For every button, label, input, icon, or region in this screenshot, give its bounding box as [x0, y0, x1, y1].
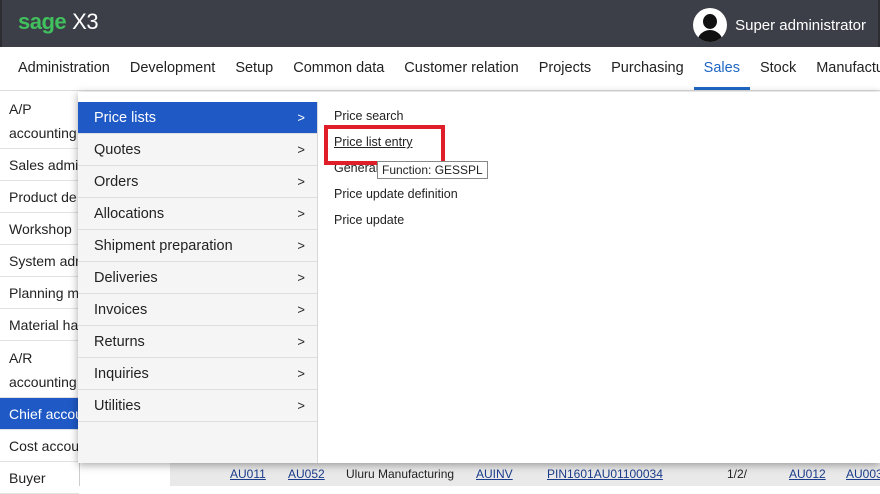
table-row: AU011 AU052 Uluru Manufacturing AUINV PI…: [170, 462, 880, 486]
menu-item-label: Returns: [94, 334, 145, 350]
menu-item-quotes[interactable]: Quotes >: [78, 134, 317, 166]
table-cell[interactable]: AU003: [846, 467, 880, 481]
sidebar-item-ap-accounting-manager[interactable]: A/P accounting manager: [0, 92, 79, 149]
function-price-update-definition[interactable]: Price update definition: [334, 184, 458, 210]
menu-item-label: Allocations: [94, 206, 165, 222]
chevron-right-icon: >: [297, 366, 305, 381]
chevron-right-icon: >: [297, 110, 305, 125]
chevron-right-icon: >: [297, 398, 305, 413]
function-price-update[interactable]: Price update: [334, 210, 458, 236]
logo-product: X3: [72, 9, 99, 34]
table-cell: 1/2/: [727, 467, 748, 481]
nav-item-stock[interactable]: Stock: [750, 47, 806, 90]
sidebar-item-system-adm[interactable]: System adm: [0, 245, 79, 277]
sales-mega-menu: Price lists > Quotes > Orders > Allocations…: [78, 92, 880, 463]
chevron-right-icon: >: [297, 142, 305, 157]
menu-item-label: Orders: [94, 174, 139, 190]
menu-item-label: Utilities: [94, 398, 141, 414]
nav-item-sales[interactable]: Sales: [693, 47, 750, 90]
table-cell[interactable]: AUINV: [476, 467, 513, 481]
menu-item-inquiries[interactable]: Inquiries >: [78, 358, 317, 390]
menu-item-label: Quotes: [94, 142, 141, 158]
sidebar-item-ar-accounting-manager[interactable]: A/R accounting manager: [0, 341, 79, 398]
user-avatar-icon: [693, 8, 728, 42]
nav-item-customer-relation[interactable]: Customer relation: [394, 47, 528, 90]
nav-item-development[interactable]: Development: [120, 47, 225, 90]
chevron-right-icon: >: [297, 206, 305, 221]
table-cell[interactable]: AU011: [230, 467, 266, 481]
sidebar-item-cost-accou[interactable]: Cost accou: [0, 430, 79, 462]
chevron-right-icon: >: [297, 270, 305, 285]
menu-item-utilities[interactable]: Utilities >: [78, 390, 317, 422]
sidebar-item-buyer[interactable]: Buyer: [0, 462, 79, 494]
sidebar-item-workshop[interactable]: Workshop: [0, 213, 79, 245]
chevron-right-icon: >: [297, 238, 305, 253]
nav-item-setup[interactable]: Setup: [225, 47, 283, 90]
module-nav: Administration Development Setup Common …: [0, 47, 880, 91]
chevron-right-icon: >: [297, 302, 305, 317]
chevron-right-icon: >: [297, 334, 305, 349]
chevron-right-icon: >: [297, 174, 305, 189]
menu-item-invoices[interactable]: Invoices >: [78, 294, 317, 326]
menu-item-deliveries[interactable]: Deliveries >: [78, 262, 317, 294]
sidebar-item-sales-admin[interactable]: Sales admin: [0, 149, 79, 181]
app-logo[interactable]: sage X3: [18, 9, 99, 35]
menu-item-label: Price lists: [94, 110, 157, 126]
menu-item-label: Shipment preparation: [94, 238, 233, 254]
top-bar: sage X3 Super administrator: [0, 0, 880, 47]
table-cell[interactable]: PIN1601AU01100034: [547, 467, 663, 481]
menu-item-label: Inquiries: [94, 366, 149, 382]
nav-item-manufacturing[interactable]: Manufacturing: [806, 47, 880, 90]
nav-item-purchasing[interactable]: Purchasing: [601, 47, 694, 90]
user-name: Super administrator: [735, 16, 866, 34]
sidebar-item-chief-accou[interactable]: Chief accou: [0, 398, 79, 430]
table-cell: Uluru Manufacturing: [346, 467, 455, 481]
table-cell[interactable]: AU012: [789, 467, 826, 481]
role-sidebar: A/P accounting manager Sales admin Produ…: [0, 92, 80, 494]
menu-item-price-lists[interactable]: Price lists >: [78, 102, 317, 134]
menu-category-list: Price lists > Quotes > Orders > Allocations…: [78, 102, 318, 463]
menu-item-orders[interactable]: Orders >: [78, 166, 317, 198]
nav-item-common-data[interactable]: Common data: [283, 47, 394, 90]
menu-item-label: Invoices: [94, 302, 148, 318]
sidebar-item-material-ha[interactable]: Material ha: [0, 309, 79, 341]
sidebar-item-product-de[interactable]: Product de: [0, 181, 79, 213]
menu-item-label: Deliveries: [94, 270, 158, 286]
sidebar-item-planning-m[interactable]: Planning m: [0, 277, 79, 309]
table-cell[interactable]: AU052: [288, 467, 325, 481]
nav-item-administration[interactable]: Administration: [8, 47, 120, 90]
function-tooltip: Function: GESSPL: [377, 161, 488, 179]
highlight-box: [324, 125, 445, 165]
menu-item-shipment-preparation[interactable]: Shipment preparation >: [78, 230, 317, 262]
user-menu[interactable]: Super administrator: [693, 8, 866, 42]
menu-item-returns[interactable]: Returns >: [78, 326, 317, 358]
logo-brand: sage: [18, 9, 67, 34]
nav-item-projects[interactable]: Projects: [529, 47, 601, 90]
menu-item-allocations[interactable]: Allocations >: [78, 198, 317, 230]
